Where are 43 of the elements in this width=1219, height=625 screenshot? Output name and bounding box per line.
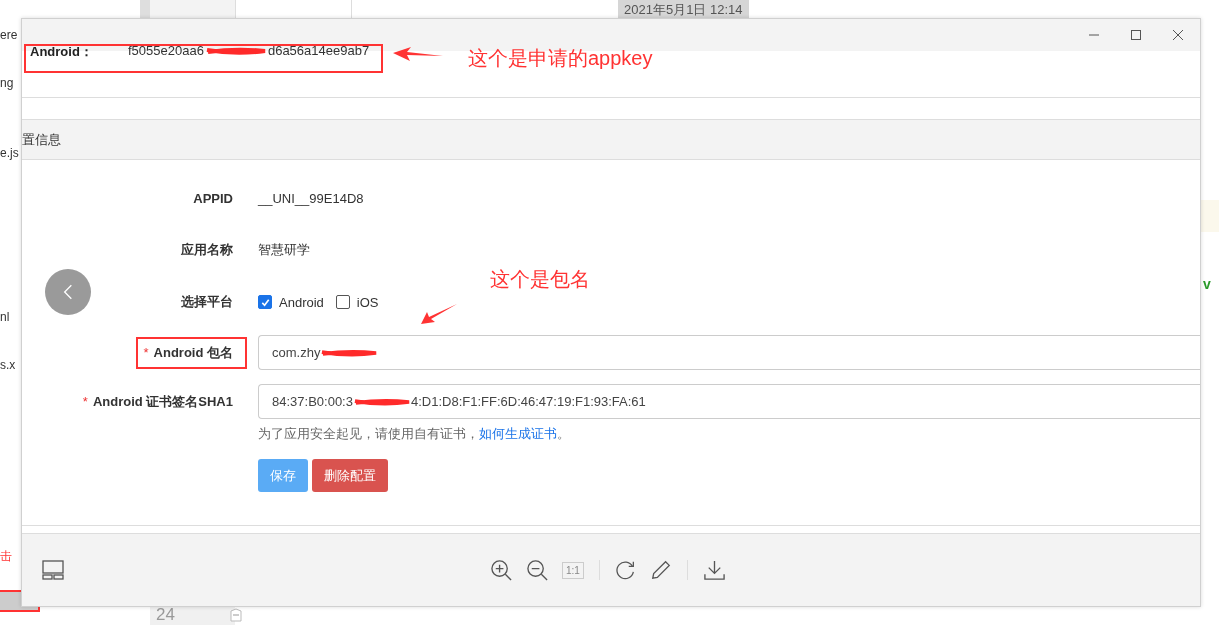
zoom-in-icon[interactable] — [490, 558, 513, 582]
input-field[interactable]: 84:37:B0:00:3 4:D1:D8:F1:FF:6D:46:47:19:F1:93:FA:61 — [258, 384, 1200, 419]
field-label: APPID — [193, 190, 233, 206]
save-button[interactable]: 保存 — [258, 459, 308, 492]
help-text: 为了应用安全起见，请使用自有证书，如何生成证书。 — [258, 426, 570, 441]
redaction-scribble — [353, 397, 410, 406]
field-label: Android 证书签名SHA1 — [92, 392, 233, 411]
certificate-link[interactable]: 如何生成证书 — [479, 426, 557, 441]
code-fragment: nl — [0, 310, 10, 324]
pencil-icon[interactable] — [649, 559, 672, 581]
appkey-value: f5055e20aa6 — [128, 43, 204, 58]
timestamp: 2021年5月1日 12:14 — [618, 0, 749, 18]
checkbox[interactable] — [258, 295, 272, 309]
rotate-icon[interactable] — [614, 559, 637, 581]
field-value: __UNI__99E14D8 — [258, 190, 364, 206]
redaction-scribble — [321, 348, 378, 357]
required-mark: * — [143, 345, 149, 360]
field-label: 选择平台 — [181, 293, 233, 311]
section-title: 置信息 — [22, 130, 61, 149]
chevron-icon — [63, 283, 73, 301]
required-mark: * — [82, 394, 88, 409]
input-field[interactable]: com.zhy — [258, 335, 1200, 370]
delete-button[interactable]: 删除配置 — [312, 459, 388, 492]
download-icon[interactable] — [702, 558, 726, 582]
code-fragment: v — [1203, 276, 1211, 292]
redaction-scribble — [205, 47, 266, 55]
appkey-value: d6a56a14ee9ab7 — [267, 43, 370, 58]
close-icon[interactable] — [1172, 29, 1184, 41]
annotation-text: 击 — [0, 548, 12, 565]
field-label: Android 包名 — [153, 343, 233, 362]
zoom-out-icon[interactable] — [526, 558, 549, 582]
field-label: 应用名称 — [181, 241, 233, 259]
annotation-text: 这个是申请的appkey — [468, 46, 653, 71]
maximize-icon[interactable] — [1130, 29, 1142, 41]
field-value: 智慧研学 — [258, 241, 310, 259]
editor-gutter — [140, 0, 150, 18]
checkbox[interactable] — [335, 295, 350, 309]
annotation-text: 这个是包名 — [490, 267, 590, 292]
appkey-label: Android： — [30, 43, 94, 61]
checkbox-label: Android — [279, 294, 324, 310]
checkbox-label: iOS — [356, 294, 379, 310]
layout-icon[interactable] — [42, 560, 64, 580]
code-fragment: e.js — [0, 146, 19, 160]
